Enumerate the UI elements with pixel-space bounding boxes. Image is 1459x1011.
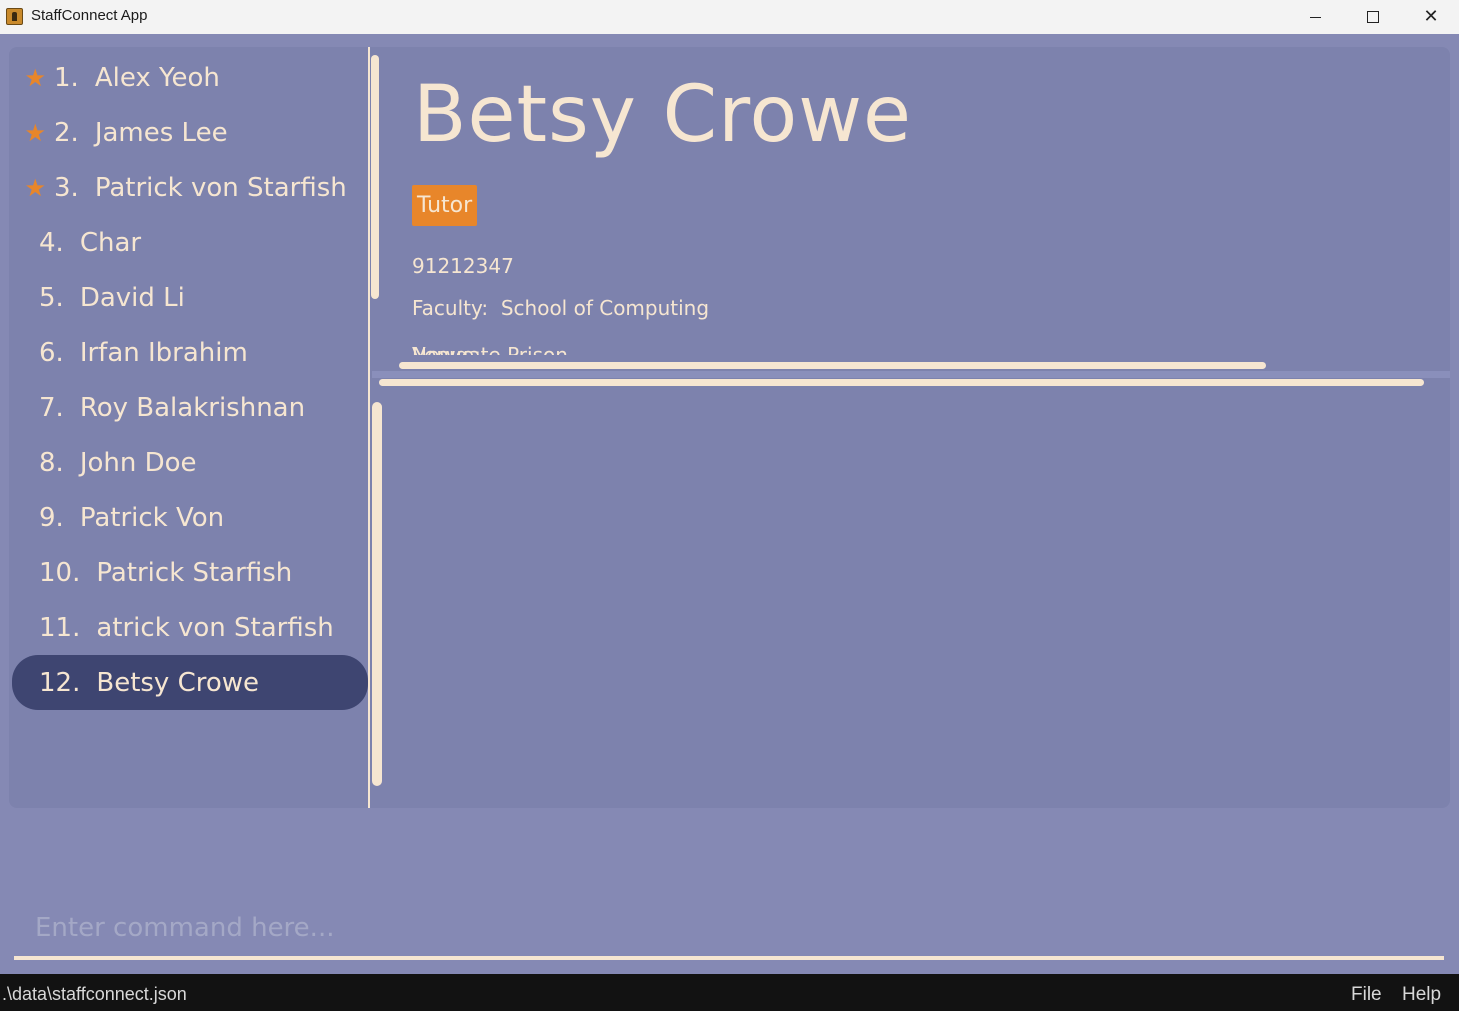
person-index: 6. [39,337,64,368]
detail-venue: Venue: Newgate Prison [412,335,912,355]
maximize-button[interactable] [1344,0,1402,34]
person-list-item[interactable]: 4. Char [12,215,368,270]
close-button[interactable]: ✕ [1402,0,1459,34]
person-name: atrick von Starfish [96,612,334,643]
detail-horizontal-scrollbar[interactable] [399,362,1266,369]
person-index: 2. [54,117,79,148]
detail-name: Betsy Crowe [413,70,912,160]
person-index: 11. [39,612,81,643]
person-name: Patrick Von [79,502,225,533]
split-horizontal-scrollbar[interactable] [379,379,1424,386]
minimize-button[interactable] [1286,0,1344,34]
person-list-item[interactable]: 5. David Li [12,270,368,325]
person-name: Char [79,227,142,258]
person-list-item[interactable]: 9. Patrick Von [12,490,368,545]
venue-value: Newgate Prison [412,343,568,355]
person-list-item[interactable]: 8. John Doe [12,435,368,490]
person-name: Roy Balakrishnan [79,392,306,423]
faculty-label: Faculty: [412,296,489,320]
person-list-item[interactable]: 7. Roy Balakrishnan [12,380,368,435]
person-list-item[interactable]: 11. atrick von Starfish [12,600,368,655]
person-name: John Doe [79,447,197,478]
person-name: James Lee [94,117,228,148]
minimize-icon [1309,16,1321,18]
person-index: 3. [54,172,79,203]
faculty-value: School of Computing [500,296,710,320]
person-index: 10. [39,557,81,588]
status-bar: .\data\staffconnect.json File Help [0,974,1459,1011]
app-icon [6,8,23,25]
person-list-item[interactable]: ★ 3. Patrick von Starfish [12,160,368,215]
person-name: Irfan Ibrahim [79,337,248,368]
save-file-path: .\data\staffconnect.json [2,984,187,1004]
star-icon: ★ [24,173,46,202]
title-bar: StaffConnect App ✕ [0,0,1459,34]
person-list[interactable]: ★ 1. Alex Yeoh ★ 2. James Lee ★ 3. Patrick von S… [9,47,369,808]
star-icon: ★ [24,118,46,147]
result-vertical-scrollbar[interactable] [372,402,382,786]
tag-badge: Tutor [412,185,478,226]
person-index: 5. [39,282,64,313]
person-list-item[interactable]: ★ 2. James Lee [12,105,368,160]
person-name: David Li [79,282,185,313]
list-divider[interactable] [368,47,370,808]
window-title: StaffConnect App [31,7,148,24]
command-underline [14,956,1444,960]
person-list-item[interactable]: ★ 1. Alex Yeoh [12,50,368,105]
person-index: 9. [39,502,64,533]
detail-phone: 91212347 [412,254,514,278]
split-divider[interactable] [372,371,1450,378]
person-name: Alex Yeoh [94,62,220,93]
command-input[interactable] [14,900,1444,956]
person-index: 12. [39,667,81,698]
person-name: Patrick Starfish [96,557,293,588]
person-list-item[interactable]: 6. Irfan Ibrahim [12,325,368,380]
detail-faculty: Faculty: School of Computing [412,296,709,320]
person-list-item[interactable]: 10. Patrick Starfish [12,545,368,600]
person-index: 7. [39,392,64,423]
star-icon: ★ [24,63,46,92]
maximize-icon [1367,11,1379,23]
person-index: 8. [39,447,64,478]
person-list-item[interactable]: 12. Betsy Crowe [12,655,368,710]
person-index: 4. [39,227,64,258]
detail-vertical-scrollbar[interactable] [371,55,379,299]
close-icon: ✕ [1423,6,1439,27]
person-index: 1. [54,62,79,93]
person-name: Patrick von Starfish [94,172,347,203]
menu-help[interactable]: Help [1402,984,1441,1006]
person-name: Betsy Crowe [96,667,260,698]
menu-file[interactable]: File [1351,984,1382,1006]
